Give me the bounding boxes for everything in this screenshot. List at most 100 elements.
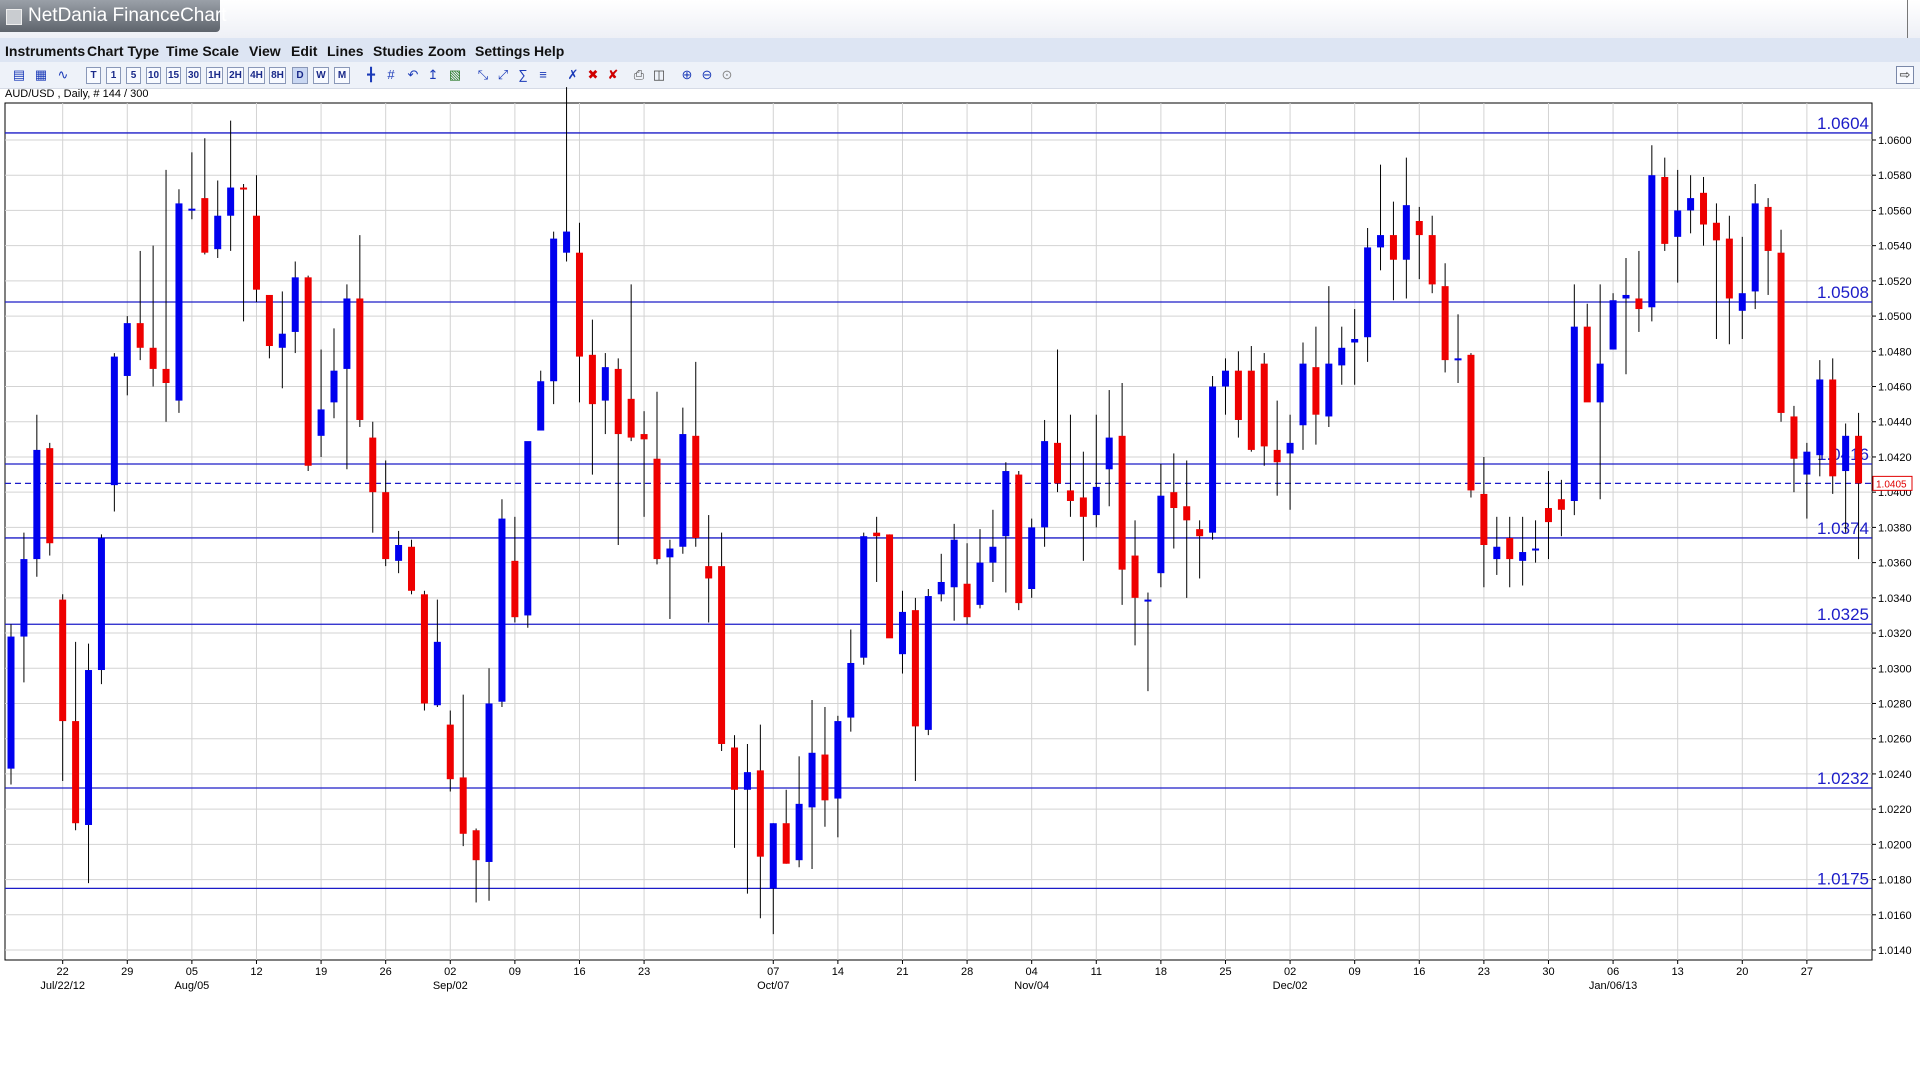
- candle-body: [1570, 326, 1578, 501]
- candle-body: [1144, 599, 1152, 602]
- x-tick-label: 27: [1801, 966, 1813, 978]
- candle-body: [420, 594, 428, 704]
- x-tick-label: 29: [121, 966, 133, 978]
- candle-body: [33, 449, 41, 560]
- candle-body: [1002, 471, 1010, 537]
- y-tick-label: 1.0540: [1878, 241, 1912, 253]
- price-chart[interactable]: 1.06041.05081.04161.03741.03251.02321.01…: [0, 0, 1920, 1080]
- y-tick-label: 1.0340: [1878, 593, 1912, 605]
- candle-body: [1441, 286, 1449, 361]
- candle-body: [795, 803, 803, 861]
- candle-body: [1196, 529, 1204, 537]
- candle-body: [1816, 379, 1824, 456]
- candle-body: [1389, 235, 1397, 260]
- candle-body: [1118, 435, 1126, 570]
- candle-up: [97, 534, 105, 685]
- y-tick-label: 1.0460: [1878, 382, 1912, 394]
- candle-body: [85, 670, 93, 825]
- y-tick-label: 1.0240: [1878, 769, 1912, 781]
- candle-body: [666, 548, 674, 558]
- candle-down: [420, 590, 428, 711]
- candle-body: [1015, 474, 1023, 604]
- plot-area: [4, 102, 1873, 961]
- candle-body: [1415, 221, 1423, 236]
- candle-body: [1829, 379, 1837, 477]
- candle-up: [860, 532, 868, 665]
- x-tick-label: 30: [1542, 966, 1554, 978]
- x-tick-label: 23: [1478, 966, 1490, 978]
- candle-body: [718, 566, 726, 744]
- candle-body: [537, 381, 545, 431]
- candle-body: [886, 534, 894, 639]
- candle-body: [911, 610, 919, 727]
- candle-body: [756, 770, 764, 857]
- candle-body: [937, 581, 945, 595]
- candle-body: [1312, 367, 1320, 415]
- x-major-label: Sep/02: [433, 980, 468, 992]
- candle-body: [1131, 555, 1139, 598]
- x-tick-label: 09: [509, 966, 521, 978]
- candle-body: [524, 441, 532, 616]
- candle-body: [1661, 176, 1669, 244]
- candle-body: [498, 518, 506, 702]
- candle-body: [136, 323, 144, 348]
- candle-body: [782, 823, 790, 864]
- candle-body: [950, 539, 958, 588]
- x-tick-label: 16: [573, 966, 585, 978]
- y-tick-label: 1.0380: [1878, 522, 1912, 534]
- candle-down: [46, 442, 54, 556]
- x-major-label: Jul/22/12: [40, 980, 85, 992]
- candle-body: [808, 752, 816, 808]
- candle-body: [317, 409, 325, 436]
- x-tick-label: 12: [250, 966, 262, 978]
- level-label: 1.0175: [1817, 869, 1869, 888]
- candle-body: [459, 777, 467, 834]
- y-tick-label: 1.0560: [1878, 205, 1912, 217]
- candle-body: [1273, 449, 1281, 463]
- candle-body: [291, 277, 299, 332]
- x-major-label: Dec/02: [1273, 980, 1308, 992]
- candle-body: [821, 754, 829, 801]
- candle-body: [1183, 506, 1191, 521]
- y-tick-label: 1.0180: [1878, 875, 1912, 887]
- candle-body: [679, 434, 687, 547]
- candle-body: [653, 458, 661, 560]
- candle-body: [1790, 416, 1798, 459]
- candle-body: [1402, 205, 1410, 260]
- candle-body: [588, 354, 596, 405]
- y-tick-label: 1.0220: [1878, 804, 1912, 816]
- candle-body: [860, 536, 868, 658]
- candle-body: [1648, 175, 1656, 308]
- candle-body: [834, 721, 842, 799]
- candle-body: [149, 347, 157, 369]
- x-major-label: Aug/05: [174, 980, 209, 992]
- candle-body: [1041, 441, 1049, 528]
- candle-body: [110, 356, 118, 486]
- x-tick-label: 06: [1607, 966, 1619, 978]
- candle-up: [7, 624, 15, 785]
- candle-body: [395, 545, 403, 561]
- x-tick-label: 13: [1672, 966, 1684, 978]
- candle-down: [1777, 229, 1785, 422]
- y-tick-label: 1.0520: [1878, 276, 1912, 288]
- candle-body: [227, 187, 235, 216]
- candle-body: [1325, 363, 1333, 417]
- candle-body: [1700, 192, 1708, 225]
- candle-body: [1092, 486, 1100, 516]
- candle-body: [847, 662, 855, 718]
- x-tick-label: 22: [57, 966, 69, 978]
- candle-body: [1725, 238, 1733, 299]
- candle-body: [601, 367, 609, 401]
- candle-body: [1221, 370, 1229, 387]
- candle-body: [924, 596, 932, 730]
- candle-body: [1299, 363, 1307, 426]
- candle-body: [640, 434, 648, 440]
- candle-body: [1544, 508, 1552, 523]
- candle-body: [1066, 490, 1074, 501]
- candle-body: [898, 611, 906, 655]
- y-tick-label: 1.0480: [1878, 346, 1912, 358]
- candle-body: [1157, 495, 1165, 574]
- candle-body: [1105, 437, 1113, 470]
- candle-body: [123, 323, 131, 376]
- candle-body: [1377, 235, 1385, 248]
